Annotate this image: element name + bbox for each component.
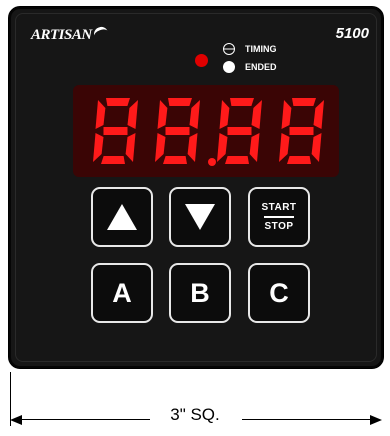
segment-f	[281, 100, 292, 129]
c-button[interactable]: C	[248, 263, 310, 323]
segment-c	[125, 133, 136, 162]
b-button[interactable]: B	[169, 263, 231, 323]
segment-a	[168, 98, 192, 106]
segment-g	[103, 127, 128, 135]
segment-e	[93, 133, 104, 162]
start-stop-divider	[264, 216, 294, 218]
decimal-point	[208, 158, 216, 166]
brand-name: ARTISAN	[31, 27, 92, 43]
stop-label: STOP	[264, 221, 294, 232]
segment-e	[155, 133, 166, 162]
segment-a	[292, 98, 316, 106]
segment-g	[289, 127, 314, 135]
segment-e	[217, 133, 228, 162]
segment-g	[227, 127, 252, 135]
segment-b	[251, 100, 262, 129]
seven-segment-readout	[93, 98, 324, 166]
triangle-up-icon	[107, 204, 137, 230]
segment-d	[287, 156, 311, 164]
timing-led-icon	[223, 43, 235, 55]
segment-d	[225, 156, 249, 164]
segment-d	[101, 156, 125, 164]
segment-b	[189, 100, 200, 129]
segment-b	[313, 100, 324, 129]
segment-a	[106, 98, 130, 106]
a-button[interactable]: A	[91, 263, 153, 323]
segment-f	[95, 100, 106, 129]
segment-f	[219, 100, 230, 129]
down-button[interactable]	[169, 187, 231, 247]
segment-g	[165, 127, 190, 135]
segment-a	[230, 98, 254, 106]
segment-f	[157, 100, 168, 129]
segment-b	[127, 100, 138, 129]
ended-label: ENDED	[245, 62, 277, 72]
brand-logo: ARTISAN	[31, 24, 110, 44]
segment-c	[187, 133, 198, 162]
ended-led-icon	[223, 61, 235, 73]
segment-e	[279, 133, 290, 162]
dimension-label: 3" SQ.	[170, 405, 220, 424]
triangle-down-icon	[185, 204, 215, 230]
b-label: B	[190, 277, 210, 308]
segment-d	[163, 156, 187, 164]
start-label: START	[261, 202, 297, 213]
timing-led-red	[195, 54, 208, 67]
controller-panel: ARTISAN 5100 TIMING ENDED START STOP A B…	[8, 6, 384, 369]
up-button[interactable]	[91, 187, 153, 247]
timing-label: TIMING	[245, 44, 277, 54]
segment-c	[249, 133, 260, 162]
c-label: C	[269, 277, 289, 308]
model-number: 5100	[335, 25, 369, 42]
start-stop-button[interactable]: START STOP	[248, 187, 310, 247]
led-display	[73, 85, 339, 177]
a-label: A	[112, 277, 132, 308]
logo-swoosh-icon	[91, 24, 110, 43]
segment-c	[311, 133, 322, 162]
